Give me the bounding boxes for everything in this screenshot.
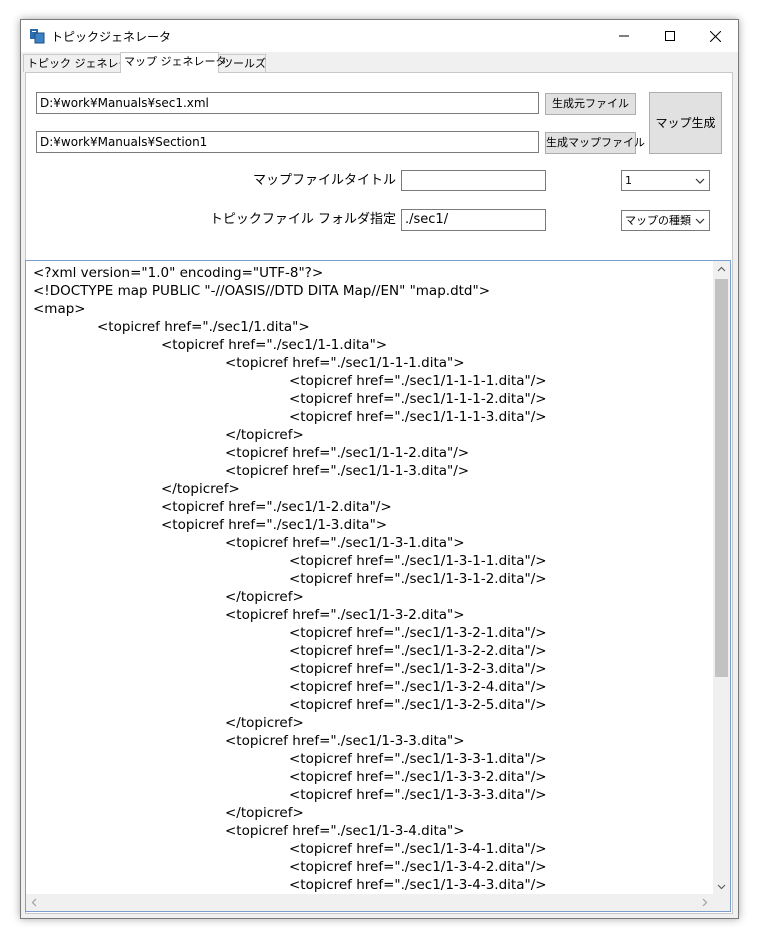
editor-line: <topicref href="./sec1/1-3-2-5.dita"/> — [289, 697, 547, 713]
editor-line: <topicref href="./sec1/1-1-1-3.dita"/> — [289, 409, 547, 425]
editor-line: <topicref href="./sec1/1-2.dita"/> — [161, 499, 392, 515]
editor-line: <topicref href="./sec1/1-3-3-1.dita"/> — [289, 751, 547, 767]
editor-line: <topicref href="./sec1/1-1-3.dita"/> — [225, 463, 470, 479]
editor-line: <topicref href="./sec1/1-3.dita"> — [161, 517, 388, 533]
editor-line: <topicref href="./sec1/1-3-4.dita"> — [225, 823, 465, 839]
editor-line: <map> — [33, 301, 86, 317]
title-bar[interactable]: トピックジェネレータ — [21, 20, 738, 52]
scroll-left-icon[interactable] — [26, 894, 43, 911]
map-type-select-value: マップの種類 — [625, 214, 691, 227]
map-file-path-input[interactable]: D:¥work¥Manuals¥Section1 — [36, 131, 539, 153]
editor-line: </topicref> — [225, 427, 304, 443]
editor-line: <topicref href="./sec1/1-1-1-1.dita"/> — [289, 373, 547, 389]
editor-line: <topicref href="./sec1/1.dita"> — [97, 319, 310, 335]
source-file-path-input[interactable]: D:¥work¥Manuals¥sec1.xml — [36, 92, 539, 114]
window-title: トピックジェネレータ — [51, 30, 172, 44]
level-select-value: 1 — [625, 174, 632, 187]
editor-text[interactable]: <?xml version="1.0" encoding="UTF-8"?> <!… — [33, 264, 717, 894]
horizontal-scrollbar[interactable] — [26, 894, 730, 911]
editor-line: <topicref href="./sec1/1-3-1.dita"> — [225, 535, 465, 551]
editor-line: </topicref> — [225, 715, 304, 731]
editor-line: <topicref href="./sec1/1-3-2-4.dita"/> — [289, 679, 547, 695]
map-file-button[interactable]: 生成マップファイル — [545, 132, 645, 154]
editor-line: <topicref href="./sec1/1-1-2.dita"/> — [225, 445, 470, 461]
level-select[interactable]: 1 — [621, 170, 710, 191]
editor-line: <topicref href="./sec1/1-1-1-2.dita"/> — [289, 391, 547, 407]
editor-line: <!DOCTYPE map PUBLIC "-//OASIS//DTD DITA… — [33, 283, 491, 299]
editor-line: <topicref href="./sec1/1-3-3-3.dita"/> — [289, 787, 547, 803]
editor-line: <topicref href="./sec1/1-3-4-2.dita"/> — [289, 859, 547, 875]
close-icon — [709, 30, 721, 42]
generate-map-button[interactable]: マップ生成 — [649, 92, 722, 154]
maximize-icon — [665, 31, 675, 41]
tab-strip: トピック ジェネレータ マップ ジェネレータ ツールズ — [21, 52, 738, 73]
tab-map-generator[interactable]: マップ ジェネレータ — [120, 52, 227, 73]
map-xml-editor[interactable]: <?xml version="1.0" encoding="UTF-8"?> <!… — [25, 260, 731, 912]
editor-line: <topicref href="./sec1/1-3-2-2.dita"/> — [289, 643, 547, 659]
editor-line: </topicref> — [225, 805, 304, 821]
scroll-right-icon[interactable] — [696, 894, 713, 911]
editor-line: <topicref href="./sec1/1-3-1-2.dita"/> — [289, 571, 547, 587]
editor-line: <topicref href="./sec1/1-3-2-3.dita"/> — [289, 661, 547, 677]
minimize-icon — [619, 35, 629, 37]
editor-line: <topicref href="./sec1/1-3-4-3.dita"/> — [289, 877, 547, 893]
topic-folder-label: トピックファイル フォルダ指定 — [209, 212, 396, 227]
editor-line: <topicref href="./sec1/1-3-1-1.dita"/> — [289, 553, 547, 569]
editor-line: <topicref href="./sec1/1-3-2-1.dita"/> — [289, 625, 547, 641]
map-title-input[interactable] — [401, 170, 546, 191]
app-window: トピックジェネレータ トピック ジェネレータ マップ ジェネレータ ツールズ D… — [20, 19, 739, 919]
editor-line: <topicref href="./sec1/1-3-2.dita"> — [225, 607, 465, 623]
editor-line: <?xml version="1.0" encoding="UTF-8"?> — [33, 265, 324, 281]
editor-line: <topicref href="./sec1/1-1.dita"> — [161, 337, 388, 353]
editor-line: </topicref> — [161, 481, 240, 497]
vertical-scroll-thumb[interactable] — [715, 279, 728, 677]
editor-line: <topicref href="./sec1/1-3-3.dita"> — [225, 733, 465, 749]
topic-folder-input[interactable]: ./sec1/ — [401, 209, 546, 231]
source-file-button[interactable]: 生成元ファイル — [545, 93, 636, 115]
vertical-scrollbar[interactable] — [713, 261, 730, 895]
scroll-down-icon[interactable] — [713, 878, 730, 895]
chevron-down-icon — [695, 178, 705, 184]
maximize-button[interactable] — [647, 20, 693, 52]
editor-line: </topicref> — [225, 589, 304, 605]
chevron-down-icon — [695, 218, 705, 224]
close-button[interactable] — [692, 20, 738, 52]
app-icon — [30, 29, 45, 44]
tab-topic-generator[interactable]: トピック ジェネレータ — [23, 54, 141, 72]
map-title-label: マップファイルタイトル — [252, 173, 396, 188]
editor-line: <topicref href="./sec1/1-3-4-1.dita"/> — [289, 841, 547, 857]
editor-line: <topicref href="./sec1/1-3-3-2.dita"/> — [289, 769, 547, 785]
editor-line: <topicref href="./sec1/1-1-1.dita"> — [225, 355, 465, 371]
minimize-button[interactable] — [601, 20, 647, 52]
map-type-select[interactable]: マップの種類 — [621, 210, 710, 231]
scroll-up-icon[interactable] — [713, 261, 730, 278]
